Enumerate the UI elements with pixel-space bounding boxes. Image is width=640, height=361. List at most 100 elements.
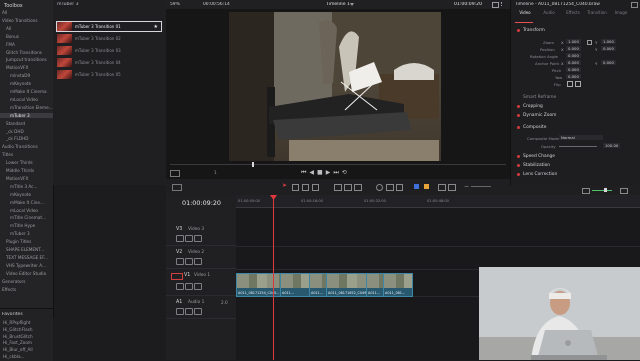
toolbox-item[interactable]: Glitch Transitions xyxy=(0,50,53,55)
position-y-field[interactable]: 0.000 xyxy=(601,46,616,51)
pitch-field[interactable]: 0.000 xyxy=(566,67,581,72)
more-options-icon[interactable] xyxy=(501,2,505,6)
inspector-section-header[interactable]: Stabilization xyxy=(511,162,640,170)
toolbox-item[interactable]: SHAPE ELEMENT... xyxy=(0,247,53,252)
link-icon[interactable] xyxy=(587,40,592,45)
timeline-view-icon[interactable] xyxy=(172,184,182,191)
transition-item[interactable]: mTuber 3 Transition 01 ★ xyxy=(56,21,162,32)
favorite-item[interactable]: Hi_ckbla... xyxy=(3,354,25,359)
timeline-clip[interactable]: A011_08171254_C040... xyxy=(236,273,282,297)
section-enabled-icon[interactable] xyxy=(517,105,520,108)
insert-clip-icon[interactable] xyxy=(334,184,342,191)
toolbox-item[interactable]: Effects xyxy=(0,287,53,292)
favorite-star-icon[interactable]: ★ xyxy=(154,24,158,30)
inspector-tab[interactable]: Effects xyxy=(563,10,583,15)
replace-clip-icon[interactable] xyxy=(354,184,362,191)
toolbox-item[interactable]: Generators xyxy=(0,279,53,284)
toolbox-item[interactable]: mLocal Video xyxy=(0,208,53,213)
auto-select-icon[interactable] xyxy=(185,258,193,265)
section-enabled-icon[interactable] xyxy=(517,164,520,167)
anchor-x-field[interactable]: 0.000 xyxy=(566,60,581,65)
section-enabled-icon[interactable] xyxy=(517,29,520,32)
section-enabled-icon[interactable] xyxy=(517,155,520,158)
toolbox-item[interactable]: mTuber 3 xyxy=(0,231,53,236)
toolbox-item[interactable]: Video Editor Studio xyxy=(0,271,53,276)
toolbox-item[interactable]: All xyxy=(0,10,53,15)
toolbox-item[interactable]: Standard xyxy=(0,121,53,126)
section-enabled-icon[interactable] xyxy=(517,126,520,129)
chevron-down-icon[interactable] xyxy=(350,3,354,6)
anchor-y-field[interactable]: 0.000 xyxy=(601,60,616,65)
timeline-clip[interactable]: A011... xyxy=(280,273,311,297)
transition-item[interactable]: mTuber 3 Transition 04 xyxy=(57,58,161,67)
favorite-item[interactable]: Hi_RPspflight xyxy=(3,320,30,325)
inspector-expand-icon[interactable] xyxy=(631,2,638,8)
volume-handle[interactable] xyxy=(604,188,607,192)
viewer-zoom[interactable]: 59% xyxy=(170,2,180,7)
lock-icon[interactable] xyxy=(176,283,184,290)
inspector-tab[interactable]: Image xyxy=(611,10,631,15)
loop-icon[interactable]: ⟲ xyxy=(342,169,350,176)
track-name[interactable]: Audio 1 xyxy=(188,300,204,305)
inspector-section-header[interactable]: Transform xyxy=(511,27,640,35)
track-name[interactable]: Video 2 xyxy=(188,250,204,255)
zoom-full-icon[interactable] xyxy=(438,184,446,191)
track-name[interactable]: Video 1 xyxy=(194,273,210,278)
mute-icon[interactable] xyxy=(194,308,202,315)
viewer-options-icon[interactable] xyxy=(492,2,499,8)
toolbox-item[interactable]: Lower Thirds xyxy=(0,160,53,165)
zoom-detail-icon[interactable] xyxy=(448,184,456,191)
inspector-tab[interactable]: Video xyxy=(515,10,535,15)
speaker-icon[interactable] xyxy=(582,188,590,194)
toolbox-item[interactable]: All xyxy=(0,26,53,31)
lock-icon[interactable] xyxy=(176,308,184,315)
inspector-tab[interactable]: Transition xyxy=(587,10,607,15)
transition-item[interactable]: mTuber 3 Transition 03 xyxy=(57,46,161,55)
opacity-field[interactable]: 100.00 xyxy=(603,143,621,148)
skip-end-icon[interactable]: ⏭ xyxy=(333,169,341,176)
toolbox-item[interactable]: mTitle 3 Ac... xyxy=(0,184,53,189)
toolbox-item[interactable]: mLocal Video xyxy=(0,97,53,102)
toolbox-item[interactable]: mTitle Hype xyxy=(0,223,53,228)
track-visibility-icon[interactable] xyxy=(194,258,202,265)
toolbox-item[interactable]: mKeynote xyxy=(0,192,53,197)
position-x-field[interactable]: 0.000 xyxy=(566,46,581,51)
opacity-slider[interactable] xyxy=(559,146,597,147)
toolbox-item[interactable]: TEXT MESSAGE EF... xyxy=(0,255,53,260)
toolbox-item[interactable]: MotionVFX xyxy=(0,176,53,181)
toolbox-item[interactable]: MotionVFX xyxy=(0,65,53,70)
toolbox-item[interactable]: _ck FLDHD xyxy=(0,136,53,141)
step-back-icon[interactable]: ◀ xyxy=(309,169,317,176)
favorite-item[interactable]: Hi_Fast_Zoom xyxy=(3,340,32,345)
inspector-section-header[interactable]: Smart Reframe xyxy=(511,94,640,102)
viewer-frame[interactable] xyxy=(229,12,441,161)
inspector-section-header[interactable]: Dynamic Zoom xyxy=(511,112,640,120)
timeline-name[interactable]: Timeline 1 xyxy=(326,2,350,7)
inspector-section-header[interactable]: Lens Correction xyxy=(511,171,640,179)
trim-tool-icon[interactable] xyxy=(292,184,299,191)
overwrite-clip-icon[interactable] xyxy=(344,184,352,191)
snapping-icon[interactable] xyxy=(376,184,383,191)
track-visibility-icon[interactable] xyxy=(194,235,202,242)
flag-icon[interactable] xyxy=(414,184,419,189)
selection-tool-icon[interactable]: ➤ xyxy=(282,183,288,189)
toolbox-item[interactable]: Plugin Titles xyxy=(0,239,53,244)
viewer-scrubber-track[interactable] xyxy=(170,164,506,165)
toolbox-item[interactable]: Titles xyxy=(0,152,53,157)
solo-icon[interactable] xyxy=(185,308,193,315)
viewer-layout-icon[interactable] xyxy=(170,170,180,177)
viewer-scrubber-handle[interactable] xyxy=(252,162,254,167)
lock-icon[interactable] xyxy=(176,235,184,242)
mixer-icon[interactable] xyxy=(620,188,628,194)
position-lock-icon[interactable] xyxy=(396,184,403,191)
section-enabled-icon[interactable] xyxy=(517,114,520,117)
linked-selection-icon[interactable] xyxy=(386,184,394,191)
toolbox-item[interactable]: Jumpcut transitions xyxy=(0,57,53,62)
volume-slider[interactable] xyxy=(592,190,612,191)
toolbox-item[interactable]: mMake It Cinema xyxy=(0,89,53,94)
timeline-clip[interactable]: A011_081... xyxy=(383,273,413,297)
timeline-clip[interactable]: A011_08171652_C049.b... xyxy=(326,273,368,297)
toolbox-item[interactable]: mTuber 3 xyxy=(0,112,53,118)
toolbox-item[interactable]: Video Transitions xyxy=(0,18,53,23)
zoom-y-field[interactable]: 1.000 xyxy=(601,39,616,44)
